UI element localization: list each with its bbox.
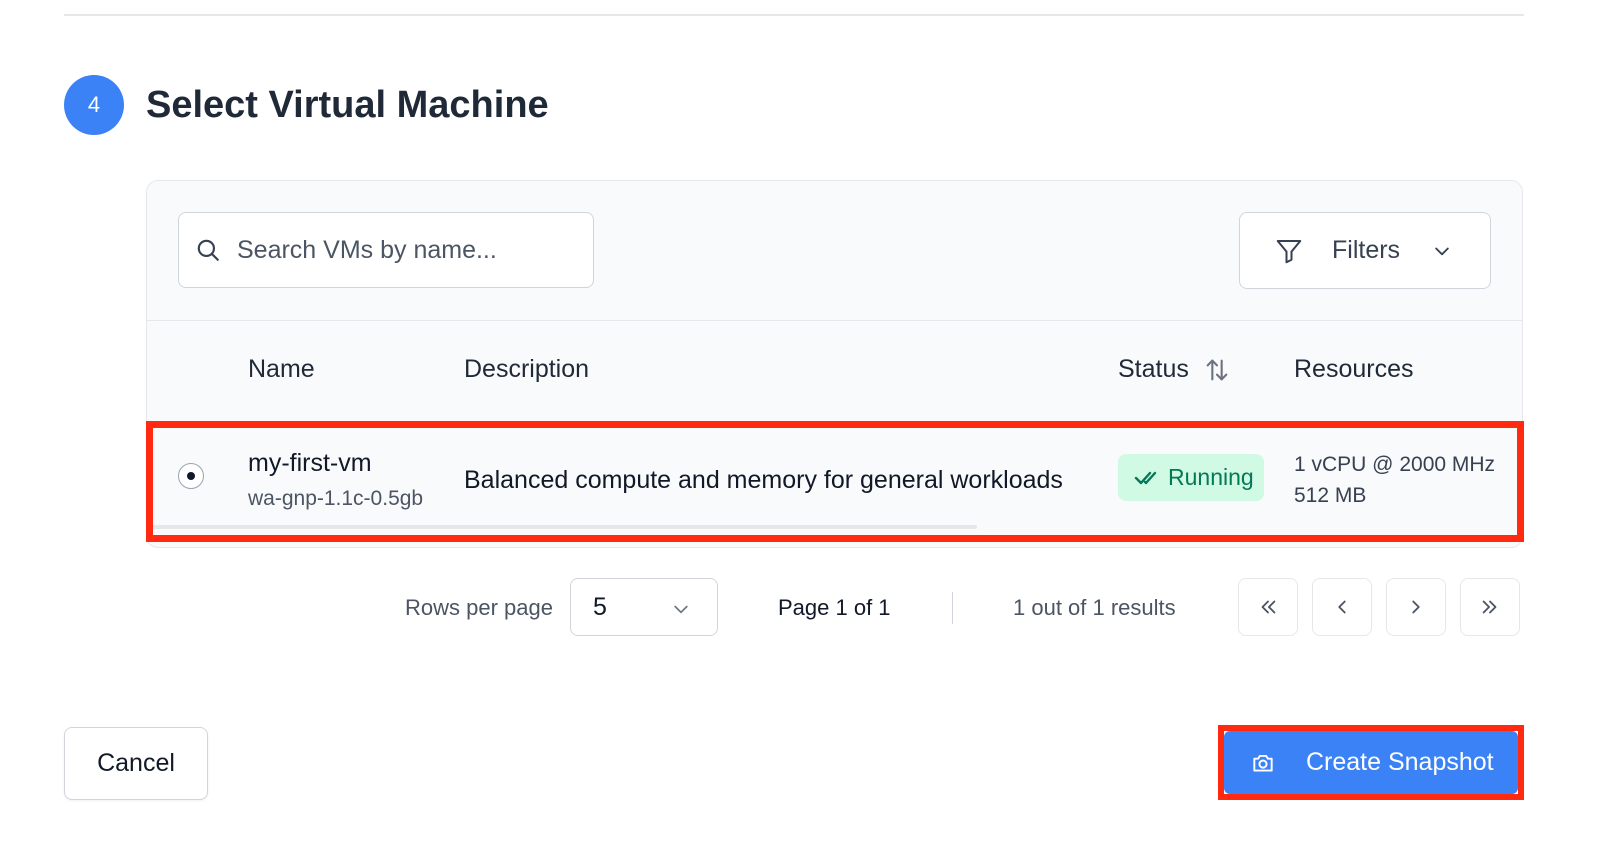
pagination-bar: Rows per page 5 Page 1 of 1 1 out of 1 r… — [0, 578, 1600, 638]
section-divider — [64, 14, 1524, 16]
double-check-icon — [1134, 471, 1157, 484]
chevron-down-icon — [674, 605, 688, 614]
column-header-name: Name — [248, 355, 315, 383]
camera-icon — [1253, 754, 1273, 772]
previous-page-button[interactable] — [1312, 578, 1372, 636]
pagination-divider — [952, 592, 953, 624]
sort-icon — [1206, 359, 1228, 380]
vm-memory: 512 MB — [1294, 484, 1367, 507]
search-box[interactable] — [178, 212, 594, 288]
create-snapshot-button[interactable]: Create Snapshot — [1224, 731, 1518, 794]
cancel-button[interactable]: Cancel — [64, 727, 208, 800]
rows-per-page-select[interactable]: 5 — [570, 578, 718, 636]
vm-table-card: Filters Name Description Status Resource… — [146, 180, 1523, 548]
table-row[interactable]: my-first-vm wa-gnp-1.1c-0.5gb Balanced c… — [147, 424, 1522, 529]
horizontal-scrollbar[interactable] — [147, 525, 977, 529]
status-label: Running — [1168, 464, 1254, 490]
filters-label: Filters — [1332, 236, 1401, 264]
chevron-down-icon — [1435, 247, 1449, 255]
chevrons-right-icon — [1482, 600, 1497, 614]
column-header-resources: Resources — [1294, 355, 1414, 383]
filter-icon — [1276, 239, 1302, 263]
filters-button[interactable]: Filters — [1239, 212, 1491, 289]
search-icon — [197, 239, 219, 261]
chevrons-left-icon — [1261, 600, 1276, 614]
results-count: 1 out of 1 results — [1013, 595, 1176, 620]
page-indicator: Page 1 of 1 — [778, 595, 891, 620]
table-header: Name Description Status Resources — [147, 321, 1522, 423]
step-number-badge: 4 — [64, 75, 124, 135]
column-header-status-label: Status — [1118, 355, 1189, 383]
status-badge: Running — [1118, 454, 1264, 501]
vm-description: Balanced compute and memory for general … — [464, 466, 1063, 494]
column-header-description: Description — [464, 355, 590, 383]
next-page-button[interactable] — [1386, 578, 1446, 636]
table-toolbar: Filters — [147, 181, 1522, 321]
chevron-left-icon — [1338, 600, 1346, 614]
rows-per-page-label: Rows per page — [405, 595, 553, 620]
rows-per-page-value: 5 — [593, 593, 607, 621]
last-page-button[interactable] — [1460, 578, 1520, 636]
section-title: Select Virtual Machine — [146, 84, 549, 126]
create-snapshot-label: Create Snapshot — [1306, 748, 1494, 776]
vm-plan: wa-gnp-1.1c-0.5gb — [248, 487, 424, 510]
vm-name: my-first-vm — [248, 449, 372, 477]
column-header-status[interactable]: Status — [1118, 355, 1231, 384]
row-select-radio[interactable] — [178, 463, 204, 489]
search-input[interactable] — [235, 234, 569, 266]
first-page-button[interactable] — [1238, 578, 1298, 636]
chevron-right-icon — [1412, 600, 1420, 614]
vm-cpu: 1 vCPU @ 2000 MHz — [1294, 453, 1496, 476]
